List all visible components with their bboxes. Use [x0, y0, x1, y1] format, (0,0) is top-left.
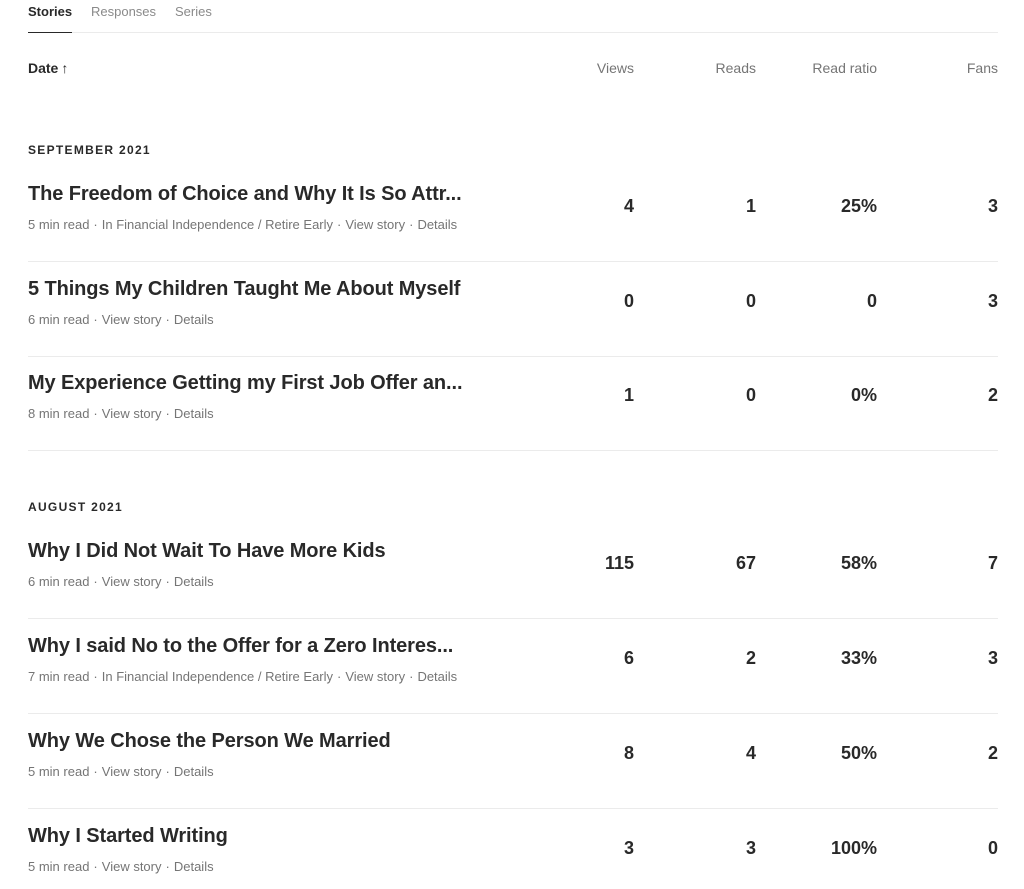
views-count: 4: [623, 196, 634, 216]
month-heading: AUGUST 2021: [28, 500, 123, 514]
reads-count: 3: [745, 838, 756, 858]
reads-column-header: Reads: [715, 60, 756, 76]
read-ratio-value: 100%: [830, 838, 877, 858]
table-header: Date ↑ Views Reads Read ratio Fans: [28, 60, 998, 80]
views-column-header: Views: [596, 60, 634, 76]
view-story-link[interactable]: View story: [345, 669, 405, 684]
tab-responses[interactable]: Responses: [91, 5, 156, 33]
reads-count: 2: [745, 648, 756, 668]
fans-count: 7: [987, 553, 998, 573]
reads-count: 4: [745, 743, 756, 763]
details-link[interactable]: Details: [417, 217, 457, 232]
story-title-link[interactable]: The Freedom of Choice and Why It Is So A…: [28, 183, 462, 206]
read-ratio-value: 0%: [850, 385, 877, 405]
details-link[interactable]: Details: [174, 406, 214, 421]
views-count: 1: [623, 385, 634, 405]
story-row: 5 Things My Children Taught Me About Mys…: [28, 262, 998, 357]
story-row: My Experience Getting my First Job Offer…: [28, 356, 998, 451]
read-ratio-value: 58%: [840, 553, 877, 573]
view-story-link[interactable]: View story: [102, 312, 162, 327]
story-row: The Freedom of Choice and Why It Is So A…: [28, 167, 998, 262]
view-story-link[interactable]: View story: [345, 217, 405, 232]
story-row: Why I Started Writing 5 min read · View st…: [28, 809, 998, 889]
read-time: 6 min read: [28, 574, 90, 589]
view-story-link[interactable]: View story: [102, 406, 162, 421]
story-title-link[interactable]: My Experience Getting my First Job Offer…: [28, 372, 463, 395]
read-time: 5 min read: [28, 217, 90, 232]
details-link[interactable]: Details: [174, 764, 214, 779]
fans-count: 3: [987, 648, 998, 668]
fans-count: 2: [987, 385, 998, 405]
details-link[interactable]: Details: [174, 859, 214, 874]
fans-count: 3: [987, 196, 998, 216]
reads-count: 0: [745, 291, 756, 311]
story-title-link[interactable]: Why I Started Writing: [28, 825, 228, 848]
read-time: 8 min read: [28, 406, 90, 421]
view-story-link[interactable]: View story: [102, 574, 162, 589]
story-meta: 6 min read · View story · Details: [28, 312, 214, 327]
read-time: 6 min read: [28, 312, 90, 327]
sort-by-date-button[interactable]: Date ↑: [28, 60, 68, 76]
read-ratio-column-header: Read ratio: [812, 60, 877, 76]
details-link[interactable]: Details: [417, 669, 457, 684]
read-ratio-value: 25%: [840, 196, 877, 216]
views-count: 8: [623, 743, 634, 763]
details-link[interactable]: Details: [174, 574, 214, 589]
story-meta: 5 min read · View story · Details: [28, 859, 214, 874]
tab-series[interactable]: Series: [175, 5, 212, 33]
story-title-link[interactable]: Why I said No to the Offer for a Zero In…: [28, 635, 453, 658]
story-meta: 5 min read · In Financial Independence / R…: [28, 217, 458, 232]
fans-count: 0: [987, 838, 998, 858]
view-story-link[interactable]: View story: [102, 859, 162, 874]
story-title-link[interactable]: 5 Things My Children Taught Me About Mys…: [28, 278, 460, 301]
read-time: 5 min read: [28, 764, 90, 779]
fans-count: 2: [987, 743, 998, 763]
story-meta: 6 min read · View story · Details: [28, 574, 214, 589]
read-ratio-value: 50%: [840, 743, 877, 763]
views-count: 0: [623, 291, 634, 311]
fans-column-header: Fans: [966, 60, 998, 76]
stats-tabs: Stories Responses Series: [28, 0, 998, 33]
publication-link[interactable]: In Financial Independence / Retire Early: [102, 217, 333, 232]
fans-count: 3: [987, 291, 998, 311]
read-ratio-value: 0: [866, 291, 877, 311]
tab-stories[interactable]: Stories: [28, 5, 73, 33]
arrow-up-icon: ↑: [61, 60, 69, 76]
views-count: 115: [604, 553, 634, 573]
story-title-link[interactable]: Why We Chose the Person We Married: [28, 730, 391, 753]
details-link[interactable]: Details: [174, 312, 214, 327]
story-title-link[interactable]: Why I Did Not Wait To Have More Kids: [28, 540, 386, 563]
views-count: 3: [623, 838, 634, 858]
story-meta: 5 min read · View story · Details: [28, 764, 214, 779]
month-heading: SEPTEMBER 2021: [28, 143, 151, 157]
story-meta: 8 min read · View story · Details: [28, 406, 214, 421]
reads-count: 0: [745, 385, 756, 405]
story-meta: 7 min read · In Financial Independence / R…: [28, 669, 458, 684]
read-ratio-value: 33%: [840, 648, 877, 668]
reads-count: 67: [735, 553, 756, 573]
story-row: Why I said No to the Offer for a Zero In…: [28, 619, 998, 714]
view-story-link[interactable]: View story: [102, 764, 162, 779]
views-count: 6: [623, 648, 634, 668]
story-row: Why We Chose the Person We Married 5 min…: [28, 714, 998, 809]
read-time: 7 min read: [28, 669, 90, 684]
reads-count: 1: [745, 196, 756, 216]
story-row: Why I Did Not Wait To Have More Kids 6 m…: [28, 524, 998, 619]
read-time: 5 min read: [28, 859, 90, 874]
publication-link[interactable]: In Financial Independence / Retire Early: [102, 669, 333, 684]
